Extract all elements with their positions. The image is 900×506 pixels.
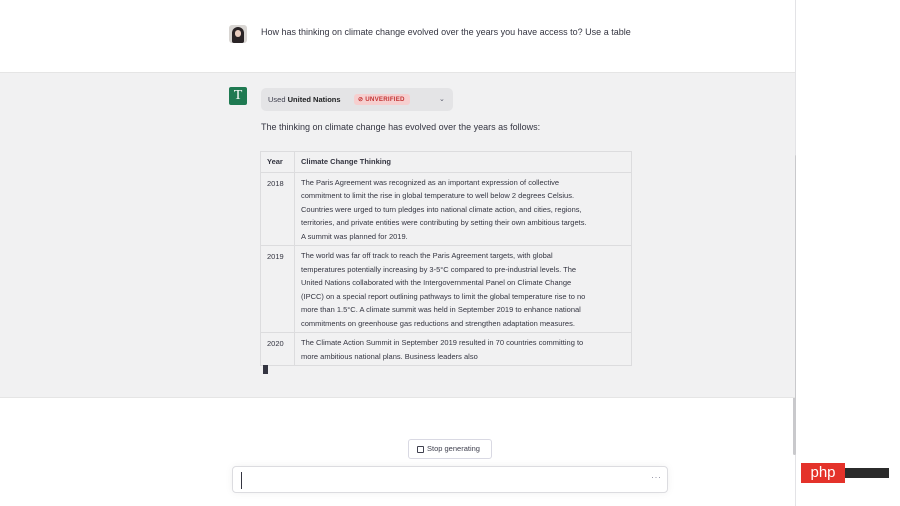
right-margin-panel [795,0,900,506]
table-header-thinking: Climate Change Thinking [294,151,632,173]
table-cell-line: A summit was planned for 2019. [301,231,408,241]
table-cell-line: Countries were urged to turn pledges int… [301,204,582,214]
user-message-text: How has thinking on climate change evolv… [261,27,631,37]
table-row: 2020 The Climate Action Summit in Septem… [260,332,632,366]
watermark-dark-block [845,468,889,478]
unverified-badge: ⊘ UNVERIFIED [354,94,410,105]
stop-generating-label: Stop generating [427,444,480,453]
table-cell-year: 2020 [260,332,295,366]
table-cell-line: (IPCC) on a special report outlining pat… [301,291,586,301]
table-cell-year: 2018 [260,171,295,246]
user-avatar [229,25,247,43]
assistant-intro-text: The thinking on climate change has evolv… [261,122,541,132]
table-cell-line: commitment to limit the rise in global t… [301,191,575,200]
chevron-down-icon[interactable]: ⌄ [439,88,445,111]
unverified-icon: ⊘ [358,97,364,103]
table-cell-line: more than 1.5°C. A climate summit was he… [301,305,581,314]
plugin-used-label: Used United Nations [268,88,341,111]
ellipsis-icon[interactable]: ··· [651,472,662,482]
unverified-badge-label: UNVERIFIED [365,96,405,103]
table-cell-year: 2019 [260,245,295,333]
php-watermark-logo: php [801,463,889,483]
table-cell-text: The Climate Action Summit in September 2… [294,332,632,366]
generating-cursor [263,365,268,374]
climate-table: Year Climate Change Thinking 2018 The Pa… [260,151,632,366]
avatar-face [235,30,241,37]
plugin-avatar: T [229,87,247,105]
table-cell-text: The world was far off track to reach the… [294,245,632,333]
plugin-name: United Nations [287,95,341,104]
watermark-text: php [801,463,845,483]
stop-generating-button[interactable]: Stop generating [408,439,492,459]
chat-input[interactable] [241,472,626,489]
table-cell-line: The Paris Agreement was recognized as an… [301,177,560,187]
plugin-used-prefix: Used [268,95,286,104]
chat-input-box[interactable]: ··· [232,466,668,493]
table-cell-line: more ambitious national plans. Business … [301,351,478,361]
table-cell-line: The world was far off track to reach the… [301,251,553,260]
plugin-used-toggle[interactable]: Used United Nations ⊘ UNVERIFIED ⌄ [261,88,453,111]
table-cell-line: temperatures potentially increasing by 3… [301,264,577,274]
user-message-row: How has thinking on climate change evolv… [0,0,795,73]
table-header-row: Year Climate Change Thinking [260,151,632,173]
table-cell-line: The Climate Action Summit in September 2… [301,338,584,347]
table-cell-line: territories, and private entities were c… [301,218,587,227]
table-row: 2019 The world was far off track to reac… [260,245,632,333]
table-cell-text: The Paris Agreement was recognized as an… [294,171,632,246]
table-cell-line: commitments on greenhouse gas reductions… [301,318,575,328]
table-header-year: Year [260,151,295,173]
stop-icon [417,446,424,453]
table-cell-line: United Nations collaborated with the Int… [301,278,572,287]
table-row: 2018 The Paris Agreement was recognized … [260,171,632,246]
